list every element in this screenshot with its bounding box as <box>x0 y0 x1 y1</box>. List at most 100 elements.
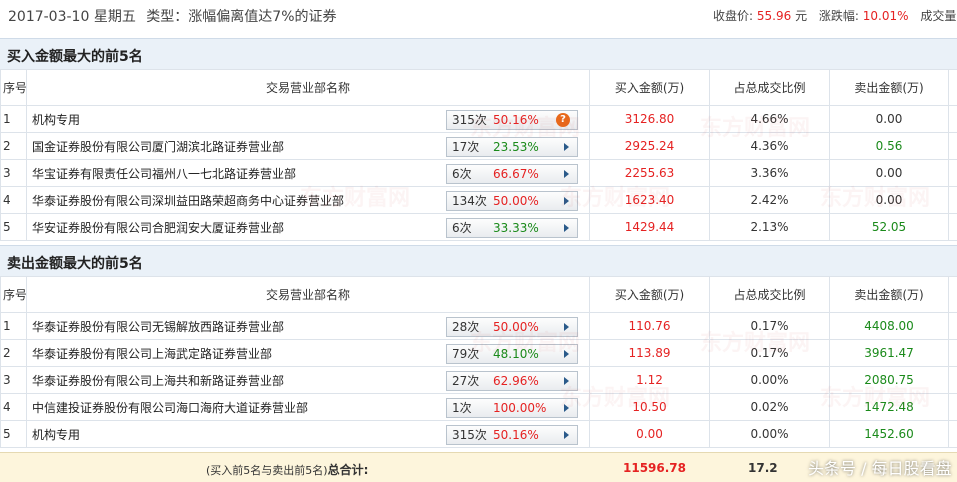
play-arrow-icon[interactable] <box>564 404 569 412</box>
report-weekday: 星期五 <box>94 9 136 25</box>
total-label: (买入前5名与卖出前5名)总合计: <box>206 461 368 478</box>
col-name: 交易营业部名称 <box>27 70 590 106</box>
buy-amount: 2925.24 <box>590 133 710 160</box>
play-arrow-icon[interactable] <box>564 323 569 331</box>
play-arrow-icon[interactable] <box>564 350 569 358</box>
broker-cell: 国金证券股份有限公司厦门湖滨北路证券营业部 17次23.53% <box>27 133 590 160</box>
col-buy: 买入金额(万) <box>590 277 710 313</box>
broker-name-link[interactable]: 华泰证券股份有限公司深圳益田路荣超商务中心证券营业部 <box>32 194 344 208</box>
col-name: 交易营业部名称 <box>27 277 590 313</box>
sell-amount: 0.56 <box>830 133 949 160</box>
broker-name-link[interactable]: 机构专用 <box>32 113 80 127</box>
table-row: 2华泰证券股份有限公司上海武定路证券营业部79次48.10%113.890.17… <box>1 340 957 367</box>
row-spacer <box>949 214 957 241</box>
history-badge[interactable]: 27次62.96% <box>446 371 578 391</box>
row-index: 3 <box>1 367 27 394</box>
row-spacer <box>949 421 957 448</box>
play-arrow-icon[interactable] <box>564 170 569 178</box>
ratio-value: 2.13% <box>710 214 830 241</box>
col-ratio: 占总成交比例 <box>710 70 830 106</box>
sell-amount: 3961.47 <box>830 340 949 367</box>
history-badge[interactable]: 6次33.33% <box>446 218 578 238</box>
col-ratio: 占总成交比例 <box>710 277 830 313</box>
row-index: 2 <box>1 133 27 160</box>
row-index: 2 <box>1 340 27 367</box>
close-label: 收盘价: <box>713 9 753 23</box>
play-arrow-icon[interactable] <box>564 377 569 385</box>
type-label: 类型： <box>146 9 188 25</box>
table-row: 4中信建投证券股份有限公司海口海府大道证券营业部1次100.00%10.500.… <box>1 394 957 421</box>
buy-amount: 113.89 <box>590 340 710 367</box>
ratio-value: 0.00% <box>710 421 830 448</box>
buy-table-header: 序号 交易营业部名称 买入金额(万) 占总成交比例 卖出金额(万) <box>1 70 957 106</box>
buy-table: 序号 交易营业部名称 买入金额(万) 占总成交比例 卖出金额(万) 1 机构专用 3… <box>0 69 957 241</box>
type-value: 涨幅偏离值达7%的证券 <box>188 9 336 25</box>
broker-cell: 华泰证券股份有限公司上海共和新路证券营业部 27次62.96% <box>27 367 590 394</box>
play-arrow-icon[interactable] <box>564 197 569 205</box>
broker-name-link[interactable]: 中信建投证券股份有限公司海口海府大道证券营业部 <box>32 401 308 415</box>
play-arrow-icon[interactable] <box>564 431 569 439</box>
buy-section-title: 买入金额最大的前5名 <box>7 46 143 66</box>
table-row: 5 华安证券股份有限公司合肥润安大厦证券营业部 6次33.33% 1429.442.1… <box>1 214 957 241</box>
success-rate: 62.96% <box>493 372 539 390</box>
trade-count: 28次 <box>452 318 479 336</box>
report-date: 2017-03-10 <box>8 9 89 25</box>
buy-amount: 0.00 <box>590 421 710 448</box>
broker-cell: 机构专用 315次 50.16% <box>27 421 590 448</box>
price-info: 收盘价: 55.96 元 涨跌幅: 10.01% 成交量 <box>713 7 956 24</box>
row-index: 5 <box>1 214 27 241</box>
col-idx: 序号 <box>1 277 27 313</box>
broker-name-link[interactable]: 华宝证券有限责任公司福州八一七北路证券营业部 <box>32 167 296 181</box>
ratio-value: 0.02% <box>710 394 830 421</box>
table-row: 1机构专用315次50.16%?3126.804.66%0.00 <box>1 106 957 133</box>
trade-count: 315次 <box>452 426 487 444</box>
history-badge[interactable]: 17次23.53% <box>446 137 578 157</box>
history-badge[interactable]: 1次100.00% <box>446 398 578 418</box>
row-index: 3 <box>1 160 27 187</box>
history-badge[interactable]: 134次50.00% <box>446 191 578 211</box>
broker-name-link[interactable]: 机构专用 <box>32 428 80 442</box>
broker-name-link[interactable]: 国金证券股份有限公司厦门湖滨北路证券营业部 <box>32 140 284 154</box>
total-buy: 11596.78 <box>623 461 686 475</box>
broker-name-link[interactable]: 华泰证券股份有限公司上海武定路证券营业部 <box>32 347 272 361</box>
row-spacer <box>949 367 957 394</box>
sell-table-header: 序号 交易营业部名称 买入金额(万) 占总成交比例 卖出金额(万) <box>1 277 957 313</box>
row-spacer <box>949 340 957 367</box>
broker-cell: 华宝证券有限责任公司福州八一七北路证券营业部 6次66.67% <box>27 160 590 187</box>
history-badge[interactable]: 315次50.16%? <box>446 110 578 130</box>
total-ratio: 17.2 <box>748 461 778 475</box>
broker-name-link[interactable]: 华安证券股份有限公司合肥润安大厦证券营业部 <box>32 221 284 235</box>
broker-cell: 华安证券股份有限公司合肥润安大厦证券营业部 6次33.33% <box>27 214 590 241</box>
close-value: 55.96 <box>757 9 791 23</box>
success-rate: 66.67% <box>493 165 539 183</box>
play-arrow-icon[interactable] <box>564 143 569 151</box>
col-sell: 卖出金额(万) <box>830 277 949 313</box>
sell-amount: 2080.75 <box>830 367 949 394</box>
history-badge[interactable]: 6次66.67% <box>446 164 578 184</box>
ratio-value: 2.42% <box>710 187 830 214</box>
success-rate: 23.53% <box>493 138 539 156</box>
broker-name-link[interactable]: 华泰证券股份有限公司无锡解放西路证券营业部 <box>32 320 284 334</box>
buy-amount: 1623.40 <box>590 187 710 214</box>
broker-cell: 中信建投证券股份有限公司海口海府大道证券营业部 1次100.00% <box>27 394 590 421</box>
total-label-text: 总合计: <box>328 463 369 477</box>
sell-amount: 0.00 <box>830 187 949 214</box>
history-badge[interactable]: 79次48.10% <box>446 344 578 364</box>
history-badge[interactable]: 28次 50.00% <box>446 317 578 337</box>
ratio-value: 4.36% <box>710 133 830 160</box>
table-row: 3华宝证券有限责任公司福州八一七北路证券营业部6次66.67%2255.633.… <box>1 160 957 187</box>
broker-cell: 华泰证券股份有限公司深圳益田路荣超商务中心证券营业部 134次50.00% <box>27 187 590 214</box>
success-rate: 50.00% <box>493 318 539 336</box>
success-rate: 50.16% <box>493 426 539 444</box>
help-icon[interactable]: ? <box>556 113 570 127</box>
broker-cell: 华泰证券股份有限公司上海武定路证券营业部 79次48.10% <box>27 340 590 367</box>
history-badge[interactable]: 315次 50.16% <box>446 425 578 445</box>
play-arrow-icon[interactable] <box>564 224 569 232</box>
row-spacer <box>949 133 957 160</box>
success-rate: 33.33% <box>493 219 539 237</box>
broker-name-link[interactable]: 华泰证券股份有限公司上海共和新路证券营业部 <box>32 374 284 388</box>
top-info-bar: 2017-03-10 星期五 类型：涨幅偏离值达7%的证券 收盘价: 55.96… <box>0 0 957 30</box>
buy-amount: 1429.44 <box>590 214 710 241</box>
report-info: 2017-03-10 星期五 类型：涨幅偏离值达7%的证券 <box>8 6 337 26</box>
row-index: 1 <box>1 106 27 133</box>
